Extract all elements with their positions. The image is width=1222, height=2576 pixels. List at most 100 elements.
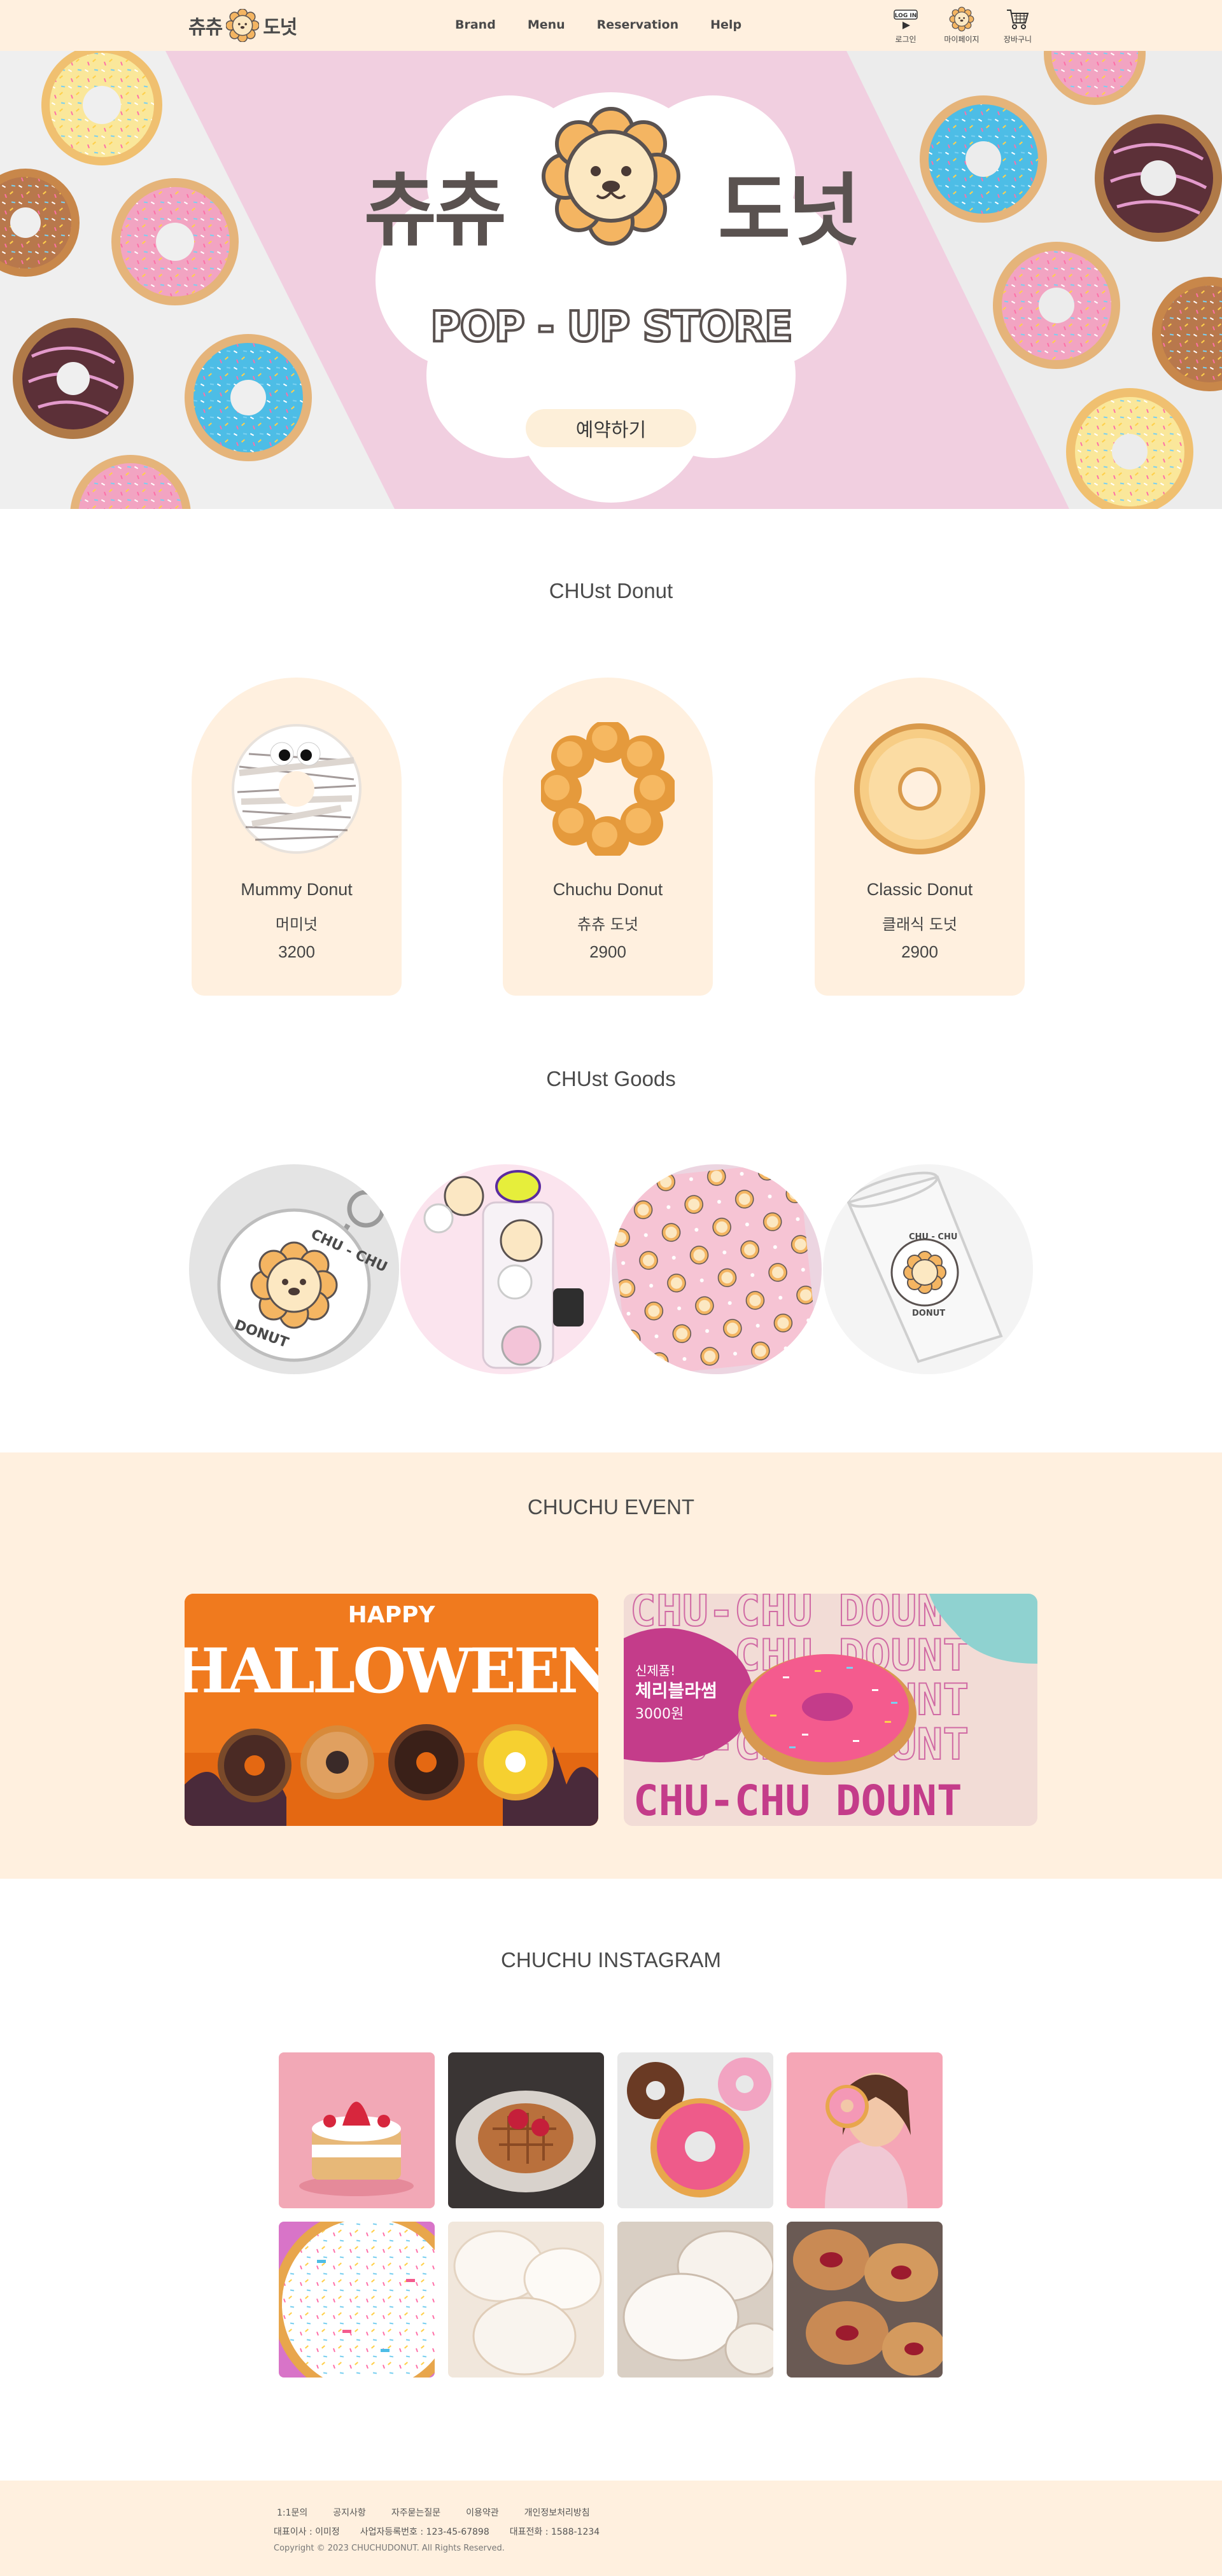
pink-donuts-image xyxy=(627,2057,771,2197)
mypage-lion-icon xyxy=(949,6,974,32)
logo-text-left: 츄츄 xyxy=(188,17,223,39)
classic-donut-image xyxy=(854,723,985,854)
nav-brand[interactable]: Brand xyxy=(455,18,496,32)
cherry-new-text: 신제품! xyxy=(635,1663,675,1678)
hero-donut-chocolate-left xyxy=(13,318,134,439)
hero-title-left: 츄츄 xyxy=(363,165,507,257)
utility-menu: LOG IN 로그인 마이페이지 장바구니 xyxy=(887,6,1037,45)
cherry-price-text: 3000원 xyxy=(635,1706,684,1722)
hero-title: 츄츄 도넛 xyxy=(356,146,866,261)
instagram-photo-girl-donut[interactable] xyxy=(787,2052,943,2208)
instagram-photo-strawberry-cake[interactable] xyxy=(279,2052,435,2208)
event-section-title: CHUCHU EVENT xyxy=(527,1495,695,1519)
goods-stickers[interactable] xyxy=(400,1164,610,1374)
mummy-donut-image xyxy=(232,724,362,854)
strawberry-cake-image xyxy=(299,2101,414,2196)
hero-donut-blue-left xyxy=(185,334,312,461)
cup-text-top: CHU - CHU xyxy=(909,1232,957,1242)
donut-name: Mummy Donut xyxy=(241,880,353,899)
donut-card-chuchu[interactable]: Chuchu Donut 츄츄 도넛 2900 xyxy=(503,678,713,996)
donut-price: 3200 xyxy=(278,942,315,961)
donut-card-mummy[interactable]: Mummy Donut 머미넛 3200 xyxy=(192,678,402,996)
instagram-photo-powdered-donuts-2[interactable] xyxy=(617,2222,773,2378)
site-logo[interactable]: 츄츄 도넛 xyxy=(188,8,297,43)
hero-banner: 츄츄 도넛 POP - UP STORE 예약하기 xyxy=(0,51,1222,509)
mypage-button[interactable]: 마이페이지 xyxy=(943,6,981,45)
site-header: 츄츄 도넛 Brand Menu Reservation Help LOG IN… xyxy=(0,0,1222,51)
footer-links: 1:1문의 공지사항 자주묻는질문 이용약관 개인정보처리방침 xyxy=(277,2506,590,2519)
donut-section-title: CHUst Donut xyxy=(549,579,673,602)
waffle-image xyxy=(456,2091,596,2192)
cart-icon xyxy=(1007,10,1029,29)
sprinkle-donut-image xyxy=(279,2222,435,2378)
instagram-section-title: CHUCHU INSTAGRAM xyxy=(501,1948,721,1972)
hero-donut-chocolate-right xyxy=(1095,115,1222,242)
cherry-banner-text: CHU-CHU DOUNT xyxy=(633,1776,962,1825)
donut-name-ko: 클래식 도넛 xyxy=(881,916,958,933)
cart-button[interactable]: 장바구니 xyxy=(999,6,1037,45)
halloween-title-text: HALLOWEEN xyxy=(185,1635,598,1707)
keyring-image: CHU - CHU DONUT xyxy=(217,1190,390,1362)
footer-link-notice[interactable]: 공지사항 xyxy=(333,2506,366,2519)
footer-copyright: Copyright © 2023 CHUCHUDONUT. All Rights… xyxy=(274,2544,505,2553)
instagram-photo-sprinkle-donut[interactable] xyxy=(279,2222,435,2378)
instagram-photo-powdered-donuts-1[interactable] xyxy=(448,2222,604,2378)
goods-fabric[interactable] xyxy=(612,1164,822,1374)
login-button[interactable]: LOG IN 로그인 xyxy=(887,6,925,45)
footer-link-faq[interactable]: 자주묻는질문 xyxy=(391,2506,440,2519)
goods-section-title: CHUst Goods xyxy=(546,1067,676,1090)
cup-text-bottom: DONUT xyxy=(912,1309,945,1318)
donut-name-ko: 머미넛 xyxy=(275,916,318,933)
donut-name: Classic Donut xyxy=(866,880,973,899)
cherry-blossom-banner: CHU-CHU DOUNT CHU-CHU DOUNT CHU-CHU DOUN… xyxy=(624,1594,1037,1826)
halloween-banner: HAPPY HALLOWEEN xyxy=(185,1594,598,1826)
glass-cup-image: CHU - CHU DONUT xyxy=(846,1171,1003,1363)
chuchu-donut-image xyxy=(541,722,675,856)
goods-keyring[interactable]: CHU - CHU DONUT xyxy=(189,1164,399,1374)
donut-name-ko: 츄츄 도넛 xyxy=(577,916,638,933)
footer-link-inquiry[interactable]: 1:1문의 xyxy=(277,2506,307,2519)
nav-menu[interactable]: Menu xyxy=(528,18,565,32)
donut-price: 2900 xyxy=(901,942,938,961)
lion-logo-icon xyxy=(226,9,260,42)
hero-donut-pink-left xyxy=(111,178,239,305)
cherry-name-text: 체리블라썸 xyxy=(635,1680,717,1701)
event-card-halloween[interactable]: HAPPY HALLOWEEN xyxy=(185,1594,598,1826)
instagram-photo-jam-donuts[interactable] xyxy=(787,2222,943,2378)
site-footer: 1:1문의 공지사항 자주묻는질문 이용약관 개인정보처리방침 대표이사 : 이… xyxy=(0,2481,1222,2576)
mypage-label: 마이페이지 xyxy=(944,35,980,44)
hero-title-right: 도넛 xyxy=(718,165,860,257)
footer-biz-no: 사업자등록번호 : 123-45-67898 xyxy=(360,2527,489,2537)
jam-donuts-image xyxy=(793,2229,943,2376)
cherry-donut-image xyxy=(738,1654,916,1775)
footer-link-privacy[interactable]: 개인정보처리방침 xyxy=(524,2506,590,2519)
login-label: 로그인 xyxy=(895,35,916,44)
footer-ceo: 대표이사 : 이미정 xyxy=(274,2527,340,2537)
footer-phone: 대표전화 : 1588-1234 xyxy=(509,2527,600,2537)
powdered-donuts-image-2 xyxy=(622,2230,773,2376)
footer-link-terms[interactable]: 이용약관 xyxy=(466,2506,499,2519)
powdered-donuts-image-1 xyxy=(453,2230,602,2376)
login-icon: LOG IN xyxy=(894,10,918,29)
halloween-happy-text: HAPPY xyxy=(348,1602,436,1628)
stickers-image xyxy=(423,1170,584,1369)
girl-donut-image xyxy=(825,2073,911,2208)
reserve-button[interactable]: 예약하기 xyxy=(526,409,696,447)
hero-donut-pink-right xyxy=(993,242,1120,369)
nav-help[interactable]: Help xyxy=(710,18,741,32)
goods-glass-cup[interactable]: CHU - CHU DONUT xyxy=(823,1164,1033,1374)
event-card-cherry-blossom[interactable]: CHU-CHU DOUNT CHU-CHU DOUNT CHU-CHU DOUN… xyxy=(624,1594,1037,1826)
hero-subtitle: POP - UP STORE xyxy=(429,301,794,352)
hero-donut-blue-right xyxy=(920,95,1047,223)
footer-company-info: 대표이사 : 이미정 사업자등록번호 : 123-45-67898 대표전화 :… xyxy=(274,2525,600,2538)
main-nav: Brand Menu Reservation Help xyxy=(455,18,741,32)
donut-card-classic[interactable]: Classic Donut 클래식 도넛 2900 xyxy=(815,678,1025,996)
cart-label: 장바구니 xyxy=(1003,35,1032,44)
donut-name: Chuchu Donut xyxy=(552,880,663,899)
logo-text-right: 도넛 xyxy=(263,17,297,39)
instagram-photo-waffle[interactable] xyxy=(448,2052,604,2208)
instagram-photo-pink-donuts[interactable] xyxy=(617,2052,773,2208)
login-badge-text: LOG IN xyxy=(895,13,916,19)
nav-reservation[interactable]: Reservation xyxy=(597,18,678,32)
donut-price: 2900 xyxy=(589,942,626,961)
